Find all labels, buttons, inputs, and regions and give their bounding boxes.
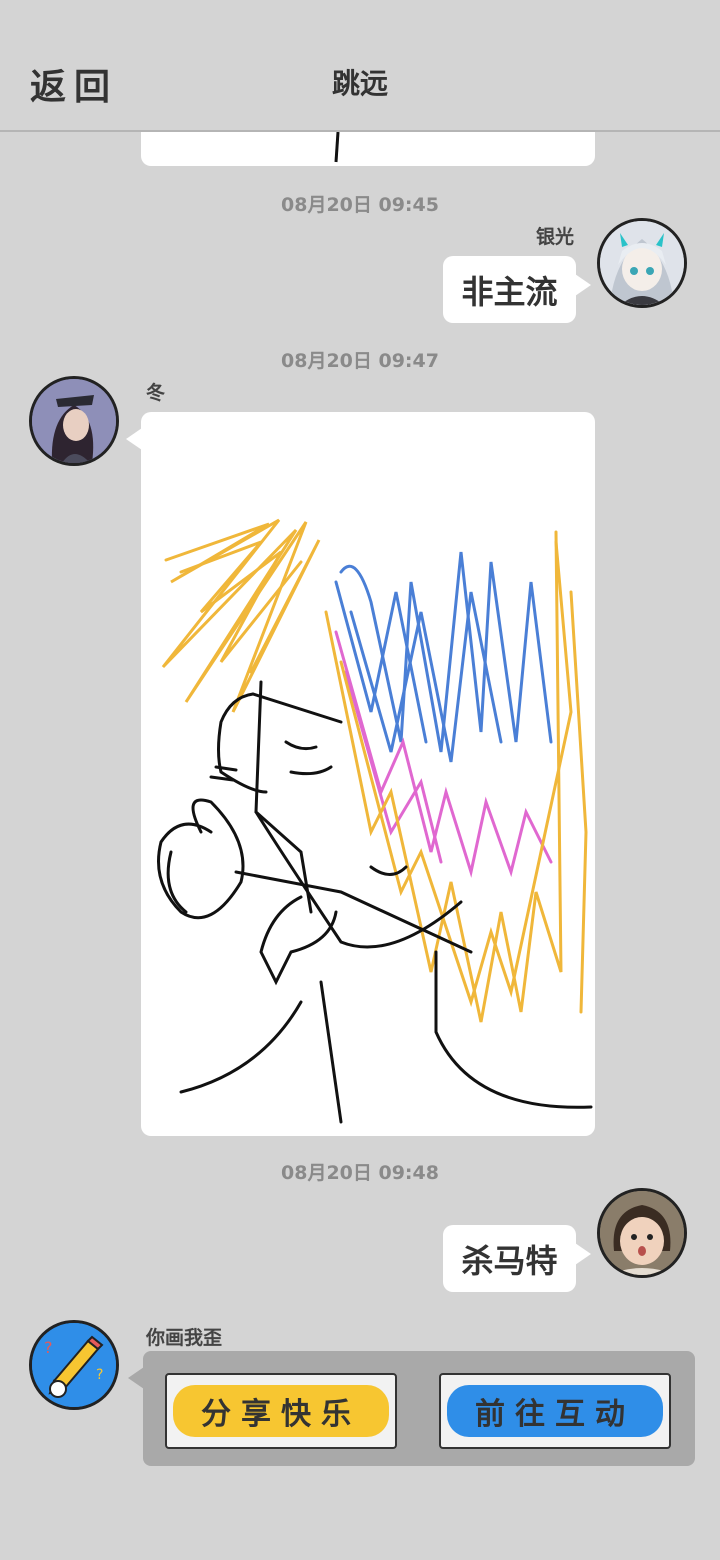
svg-text:?: ? — [96, 1367, 103, 1383]
share-joy-button[interactable]: 分享快乐 — [165, 1373, 397, 1449]
sketch-drawing — [157, 518, 593, 1124]
app-card: 分享快乐 前往互动 — [143, 1351, 695, 1466]
share-joy-label: 分享快乐 — [201, 1397, 361, 1432]
timestamp: 08月20日 09:47 — [281, 350, 439, 372]
pencil-app-icon: ? ? — [32, 1323, 116, 1407]
avatar[interactable] — [597, 218, 687, 308]
sender-name: 你画我歪 — [146, 1327, 223, 1349]
message-bubble[interactable]: 杀马特 — [443, 1225, 576, 1292]
character-avatar-icon — [32, 379, 116, 463]
timestamp: 08月20日 09:48 — [281, 1162, 439, 1184]
svg-text:?: ? — [44, 1338, 53, 1357]
page-title: 跳远 — [331, 67, 388, 100]
sender-name: 银光 — [535, 226, 574, 248]
bubble-tail — [128, 1367, 144, 1389]
sender-name: 冬 — [146, 382, 166, 404]
message-bubble[interactable]: 非主流 — [443, 256, 576, 323]
drawing-image[interactable] — [141, 412, 595, 1136]
avatar[interactable] — [597, 1188, 687, 1278]
go-interact-button[interactable]: 前往互动 — [439, 1373, 671, 1449]
top-bar: 返回 跳远 — [0, 0, 720, 132]
go-interact-label: 前往互动 — [475, 1397, 635, 1432]
child-photo-avatar-icon — [600, 1191, 684, 1275]
avatar[interactable] — [29, 376, 119, 466]
bubble-tail — [126, 428, 142, 450]
avatar[interactable]: ? ? — [29, 1320, 119, 1410]
timestamp: 08月20日 09:45 — [281, 194, 439, 216]
bubble-tail — [575, 1243, 591, 1265]
anime-avatar-icon — [600, 221, 684, 305]
bubble-tail — [575, 274, 591, 296]
